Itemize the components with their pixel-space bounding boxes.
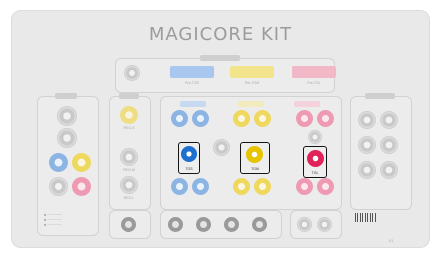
bottom-radio-3[interactable] (224, 217, 239, 232)
barcode-icon (355, 213, 377, 222)
slot-tgs[interactable] (170, 66, 214, 78)
bottom-right-knob-1[interactable] (297, 217, 312, 232)
right-knob-6[interactable] (380, 161, 398, 179)
center-tag-yellow (238, 101, 264, 107)
top-left-knob[interactable] (124, 65, 140, 81)
second-knob-mid[interactable] (120, 148, 138, 166)
tgm-knob-icon (246, 146, 263, 163)
second-knob-bot-label: REG-L (123, 196, 135, 200)
page-indicator: 1/1 (388, 238, 394, 243)
second-knob-top[interactable] (120, 106, 138, 124)
left-legend-3: ■ ───── (44, 222, 62, 227)
tgs-label: TGS (185, 167, 193, 171)
center-pink-1[interactable] (296, 110, 313, 127)
right-knob-4[interactable] (380, 136, 398, 154)
selected-tgs[interactable]: TGS (178, 142, 200, 174)
tgm-label: TGM (251, 167, 259, 171)
slot-tgm[interactable] (230, 66, 274, 78)
right-knob-5[interactable] (358, 161, 376, 179)
slot-tgm-label: Pre-TGM (244, 81, 260, 85)
center-yellow-2[interactable] (254, 110, 271, 127)
bottom-radio-2[interactable] (196, 217, 211, 232)
center-blue-2[interactable] (192, 110, 209, 127)
right-knob-1[interactable] (358, 111, 376, 129)
left-knob-yellow[interactable] (72, 153, 91, 172)
center-tag-pink (294, 101, 320, 107)
slot-tgl-label: Pre-TGL (307, 81, 321, 85)
bottom-right-knob-2[interactable] (317, 217, 332, 232)
second-knob-bot[interactable] (120, 176, 138, 194)
right-tag (365, 93, 395, 99)
right-knob-2[interactable] (380, 111, 398, 129)
slot-tgs-label: Pre-TGS (185, 81, 199, 85)
second-knob-mid-label: REG-M (123, 168, 135, 172)
center-blue-1[interactable] (171, 110, 188, 127)
left-knob-pink[interactable] (72, 177, 91, 196)
center-yellow-3[interactable] (233, 178, 250, 195)
top-tag (200, 55, 240, 61)
selected-tgl[interactable]: TGL (303, 146, 327, 178)
left-knob-3[interactable] (49, 177, 68, 196)
right-knob-3[interactable] (358, 136, 376, 154)
left-knob-blue[interactable] (49, 153, 68, 172)
slot-tgl[interactable] (292, 66, 336, 78)
bottom-left-radio[interactable] (121, 217, 136, 232)
center-yellow-1[interactable] (233, 110, 250, 127)
left-knob-1[interactable] (57, 106, 77, 126)
left-tag (55, 93, 77, 99)
bottom-radio-4[interactable] (252, 217, 267, 232)
center-pink-2[interactable] (317, 110, 334, 127)
kit-title: MAGICORE KIT (148, 24, 293, 45)
tgl-knob-icon (307, 150, 324, 167)
center-pink-4[interactable] (317, 178, 334, 195)
center-blue-4[interactable] (192, 178, 209, 195)
second-knob-top-label: REG-S (123, 126, 135, 130)
left-knob-2[interactable] (57, 128, 77, 148)
bottom-radio-1[interactable] (168, 217, 183, 232)
center-blue-3[interactable] (171, 178, 188, 195)
center-knob[interactable] (213, 139, 230, 156)
center-tag-blue (180, 101, 206, 107)
center-pink-3[interactable] (296, 178, 313, 195)
tgl-label: TGL (311, 171, 319, 175)
center-right-knob[interactable] (308, 130, 322, 144)
selected-tgm[interactable]: TGM (240, 142, 270, 174)
center-yellow-4[interactable] (254, 178, 271, 195)
second-tag (119, 93, 139, 99)
tgs-knob-icon (181, 146, 197, 162)
